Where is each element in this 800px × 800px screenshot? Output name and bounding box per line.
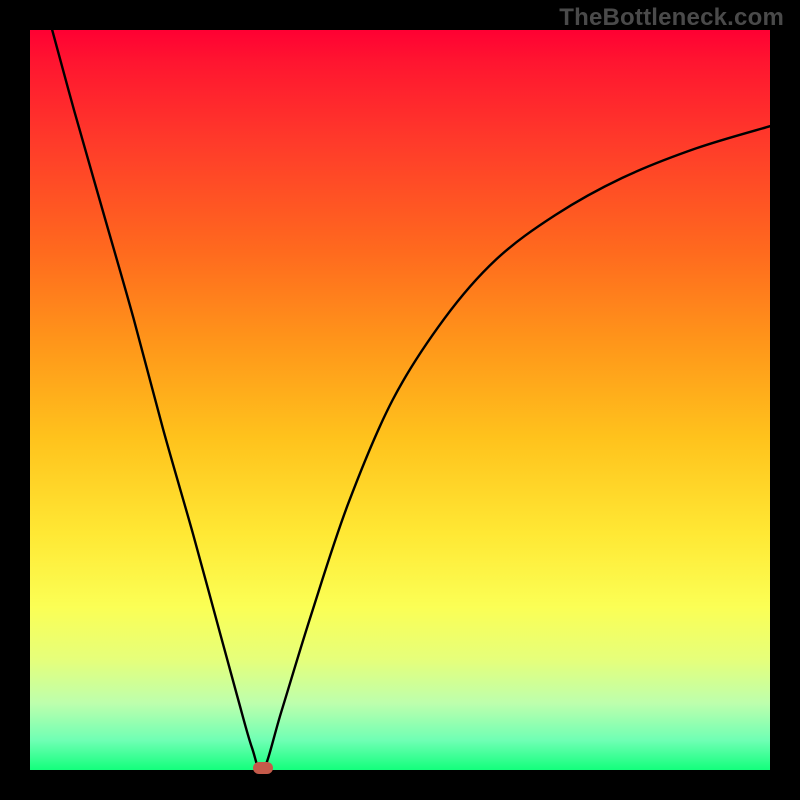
bottleneck-curve [52, 30, 770, 770]
curve-svg [30, 30, 770, 770]
watermark-text: TheBottleneck.com [559, 4, 784, 32]
minimum-marker [253, 762, 273, 774]
plot-area [30, 30, 770, 770]
chart-frame: TheBottleneck.com [0, 0, 800, 800]
